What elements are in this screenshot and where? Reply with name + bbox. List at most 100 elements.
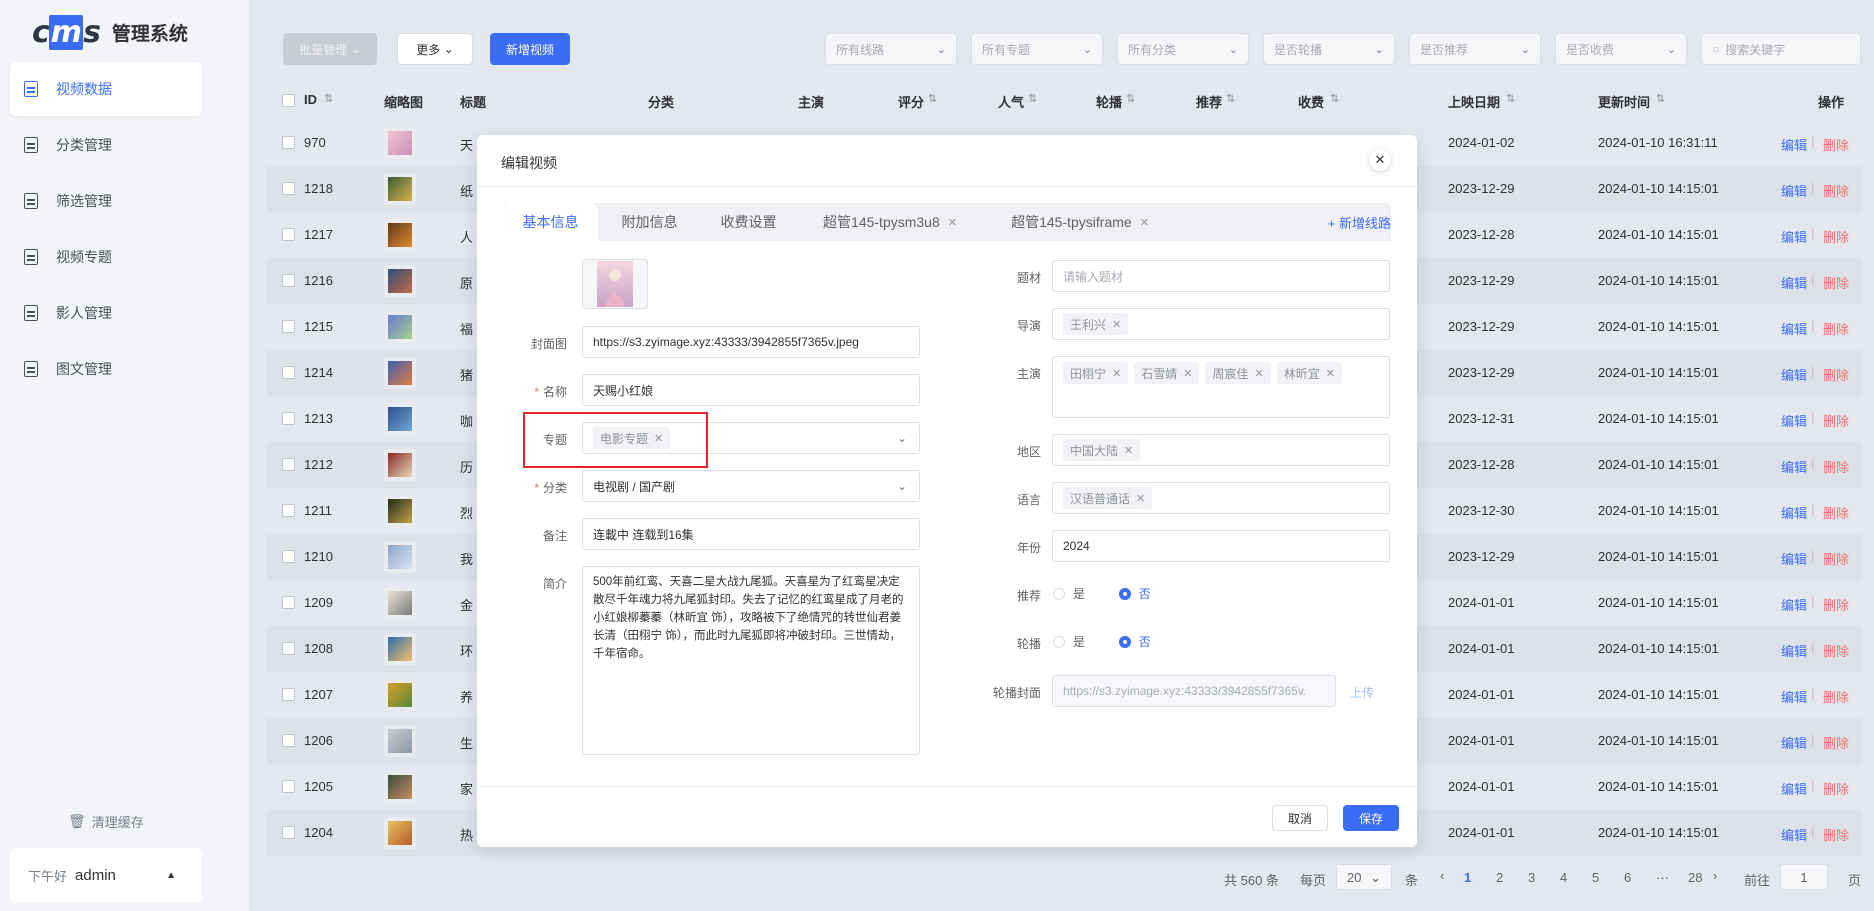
logo-mark: cms xyxy=(32,14,101,50)
tab-charge-settings[interactable]: 收费设置 xyxy=(701,203,796,241)
add-route-button[interactable]: + 新增线路 xyxy=(1328,203,1391,241)
cover-url-input[interactable]: https://s3.zyimage.xyz:43333/3942855f736… xyxy=(582,326,920,358)
sidebar-item-filter[interactable]: 筛选管理 xyxy=(10,174,202,228)
theme-input[interactable]: 请输入题材 xyxy=(1052,260,1390,292)
close-button[interactable]: ✕ xyxy=(1369,149,1391,171)
close-icon[interactable]: ✕ xyxy=(948,216,957,229)
gift-icon: 🗑 xyxy=(68,813,86,829)
radio-label: 否 xyxy=(1138,635,1151,649)
category-label: * 分类 xyxy=(517,479,567,496)
remark-input[interactable]: 连載中 连载到16集 xyxy=(582,518,920,550)
radio-circle xyxy=(1053,587,1065,600)
upload-link[interactable]: 上传 xyxy=(1350,684,1374,701)
close-icon[interactable]: ✕ xyxy=(1112,367,1121,380)
chevron-down-icon: ⌄ xyxy=(896,479,907,493)
name-label-text: 名称 xyxy=(542,385,567,399)
director-tag: 王利兴 ✕ xyxy=(1063,313,1129,335)
tag-label: 周宸佳 xyxy=(1212,366,1249,381)
divider xyxy=(477,786,1417,787)
tab-extra-info[interactable]: 附加信息 xyxy=(602,203,697,241)
theme-label: 题材 xyxy=(1016,271,1041,285)
chevron-down-icon: ⌄ xyxy=(896,431,907,445)
intro-label: 简介 xyxy=(542,577,567,591)
required-mark: * xyxy=(534,385,539,399)
tag-label: 林昕宜 xyxy=(1283,366,1320,381)
caret-up-icon: ▲ xyxy=(166,870,176,881)
name-input[interactable]: 天赐小红娘 xyxy=(582,374,920,406)
cover-label: 封面图 xyxy=(530,337,567,351)
radio-label: 是 xyxy=(1073,587,1086,601)
close-icon[interactable]: ✕ xyxy=(1136,492,1145,505)
divider xyxy=(477,186,1417,187)
language-select[interactable]: 汉语普通话 ✕ xyxy=(1052,482,1390,514)
tab-label: 基本信息 xyxy=(522,214,579,230)
sidebar-item-label: 分类管理 xyxy=(56,137,112,153)
sidebar-menu: 视频数据 分类管理 筛选管理 视频专题 影人管理 图文管理 xyxy=(10,62,202,398)
sidebar-item-label: 视频专题 xyxy=(56,249,112,265)
tag-label: 石雪婧 xyxy=(1141,366,1178,381)
carousel-no-radio[interactable]: 否 xyxy=(1118,633,1151,650)
actors-select[interactable]: 田栩宁 ✕ 石雪婧 ✕ 周宸佳 ✕ 林昕宜 ✕ xyxy=(1052,356,1390,418)
document-icon xyxy=(24,137,38,153)
close-icon[interactable]: ✕ xyxy=(1140,216,1149,229)
close-icon[interactable]: ✕ xyxy=(1124,444,1133,457)
sidebar-item-topic[interactable]: 视频专题 xyxy=(10,230,202,284)
cover-preview[interactable] xyxy=(582,259,648,309)
recommend-label: 推荐 xyxy=(1016,589,1041,603)
director-label: 导演 xyxy=(1016,319,1041,333)
sidebar-item-category[interactable]: 分类管理 xyxy=(10,118,202,172)
region-tag: 中国大陆 ✕ xyxy=(1063,439,1141,461)
user-menu[interactable]: 下午好 admin ▲ xyxy=(10,848,202,903)
region-label: 地区 xyxy=(1016,445,1041,459)
sidebar-item-label: 影人管理 xyxy=(56,305,112,321)
radio-circle-checked xyxy=(1118,587,1131,600)
tab-label: 附加信息 xyxy=(621,214,678,230)
recommend-yes-radio[interactable]: 是 xyxy=(1053,585,1085,602)
select-value: 电视剧 / 国产剧 xyxy=(593,479,676,494)
radio-circle xyxy=(1053,635,1065,648)
cancel-button[interactable]: 取消 xyxy=(1272,805,1328,831)
tab-label: 超管145-tpysiframe xyxy=(1011,214,1132,230)
tag-label: 王利兴 xyxy=(1070,317,1107,332)
edit-video-dialog: 编辑视频 ✕ 基本信息 附加信息 收费设置 超管145-tpysm3u8 ✕ 超管… xyxy=(477,135,1417,847)
sidebar-item-video-data[interactable]: 视频数据 xyxy=(10,62,202,116)
carousel-cover-input: https://s3.zyimage.xyz:43333/3942855f736… xyxy=(1052,675,1336,707)
recommend-no-radio[interactable]: 否 xyxy=(1118,585,1151,602)
clear-cache-button[interactable]: 🗑 清理缓存 xyxy=(68,812,144,831)
intro-textarea[interactable]: 500年前红鸾、天喜二星大战九尾狐。天喜星为了红鸾星决定散尽千年魂力将九尾狐封印… xyxy=(582,566,920,755)
greeting: 下午好 xyxy=(28,869,68,884)
document-icon xyxy=(24,305,38,321)
actor-tag: 田栩宁 ✕ xyxy=(1063,362,1129,384)
dialog-title: 编辑视频 xyxy=(501,155,557,171)
radio-circle-checked xyxy=(1118,635,1131,648)
carousel-yes-radio[interactable]: 是 xyxy=(1053,633,1085,650)
name-label: * 名称 xyxy=(517,383,567,400)
category-label-text: 分类 xyxy=(542,481,567,495)
director-select[interactable]: 王利兴 ✕ xyxy=(1052,308,1390,340)
cover-image xyxy=(597,261,633,307)
logo: cms 管理系统 xyxy=(32,14,188,50)
sidebar-item-people[interactable]: 影人管理 xyxy=(10,286,202,340)
category-select[interactable]: 电视剧 / 国产剧 ⌄ xyxy=(582,470,920,502)
tab-route-m3u8[interactable]: 超管145-tpysm3u8 ✕ xyxy=(800,203,980,241)
tab-basic-info[interactable]: 基本信息 xyxy=(503,203,598,241)
carousel-label: 轮播 xyxy=(1016,637,1041,651)
language-label: 语言 xyxy=(1016,493,1041,507)
sidebar-item-article[interactable]: 图文管理 xyxy=(10,342,202,396)
close-icon[interactable]: ✕ xyxy=(1254,367,1263,380)
tab-route-iframe[interactable]: 超管145-tpysiframe ✕ xyxy=(985,203,1175,241)
sidebar-item-label: 图文管理 xyxy=(56,361,112,377)
year-input[interactable]: 2024 xyxy=(1052,530,1390,562)
clear-cache-label: 清理缓存 xyxy=(91,815,144,830)
carousel-cover-label: 轮播封面 xyxy=(992,686,1041,700)
close-icon[interactable]: ✕ xyxy=(1112,318,1121,331)
sidebar-item-label: 筛选管理 xyxy=(56,193,112,209)
close-icon[interactable]: ✕ xyxy=(1183,367,1192,380)
tab-label: 收费设置 xyxy=(720,214,777,230)
save-button[interactable]: 保存 xyxy=(1343,805,1399,831)
region-select[interactable]: 中国大陆 ✕ xyxy=(1052,434,1390,466)
document-icon xyxy=(24,193,38,209)
tab-label: 超管145-tpysm3u8 xyxy=(823,214,940,230)
highlight-box xyxy=(523,412,708,468)
close-icon[interactable]: ✕ xyxy=(1326,367,1335,380)
